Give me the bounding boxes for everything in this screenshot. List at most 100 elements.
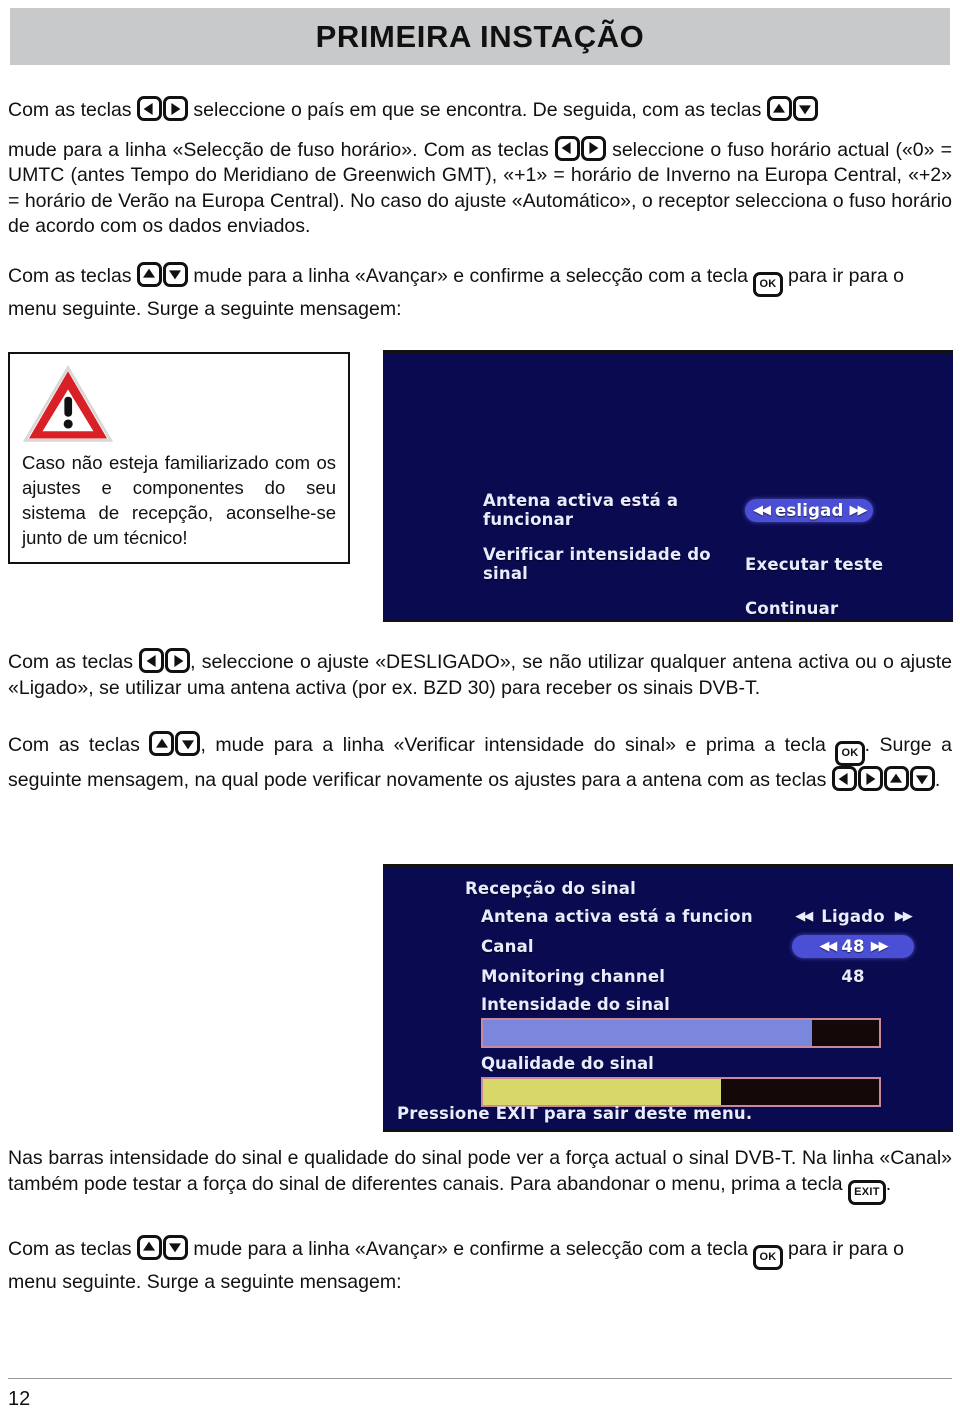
- tv1-rows: Antena activa está a funcionar ◀◀ esliga…: [483, 491, 923, 619]
- right-arrow-key-icon[interactable]: [165, 648, 191, 673]
- up-arrow-key-icon[interactable]: [883, 766, 909, 791]
- paragraph-4-text-a: Com as teclas: [8, 651, 134, 673]
- left-arrow-key-icon[interactable]: [554, 135, 580, 161]
- tv1-antenna-value-pill[interactable]: ◀◀ esligad ▶▶: [745, 498, 874, 522]
- ok-key-icon[interactable]: OK: [835, 741, 865, 766]
- paragraph-1-text-b: seleccione o país em que se encontra. De…: [193, 99, 762, 121]
- down-arrow-key-icon[interactable]: [909, 766, 935, 791]
- tv-screenshot-signal-reception: Recepção do sinal Antena activa está a f…: [383, 864, 953, 1132]
- tv1-check-signal-label: Verificar intensidade do sinal: [483, 545, 711, 583]
- tv1-antenna-value: esligad: [775, 500, 844, 520]
- tv2-content: Recepção do sinal Antena activa está a f…: [465, 879, 935, 1107]
- page-content-3: Nas barras intensidade do sinal e qualid…: [8, 1146, 952, 1295]
- warning-text: Caso não esteja familiarizado com os aju…: [22, 452, 336, 548]
- down-arrow-key-icon[interactable]: [175, 731, 201, 756]
- up-arrow-key-icon[interactable]: [766, 96, 792, 121]
- right-arrow-key-icon[interactable]: [857, 766, 883, 791]
- paragraph-6: Nas barras intensidade do sinal e qualid…: [8, 1146, 952, 1205]
- tv2-footer-hint: Pressione EXIT para sair deste menu.: [397, 1104, 753, 1123]
- paragraph-3: Com as teclas mude para a linha «Avançar…: [8, 261, 952, 323]
- exit-key-icon[interactable]: EXIT: [848, 1179, 886, 1205]
- tv1-row-continue[interactable]: Continuar: [483, 599, 923, 618]
- paragraph-7-text-b: mude para a linha «Avançar» e confirme a…: [193, 1237, 749, 1260]
- tv2-antenna-value-group[interactable]: ◀◀ Ligado ▶▶: [795, 907, 913, 926]
- tv1-antenna-label: Antena activa está a funcionar: [483, 491, 679, 529]
- paragraph-3-text-a: Com as teclas: [8, 264, 132, 287]
- footer-divider: [8, 1378, 952, 1379]
- right-double-arrow-icon[interactable]: ▶▶: [895, 909, 913, 924]
- paragraph-6-text-a: Nas barras intensidade do sinal e qualid…: [8, 1147, 952, 1195]
- page-title: PRIMEIRA INSTAÇÃO: [315, 18, 645, 54]
- key-pair-left-right: [139, 648, 191, 676]
- tv2-title: Recepção do sinal: [465, 879, 935, 898]
- paragraph-3-text-b: mude para a linha «Avançar» e confirme a…: [193, 264, 749, 287]
- up-arrow-key-icon[interactable]: [136, 261, 162, 287]
- tv2-signal-quality-bar: [481, 1077, 881, 1107]
- paragraph-4: Com as teclas , seleccione o ajuste «DES…: [8, 648, 952, 701]
- warning-triangle-icon: [22, 364, 114, 442]
- tv2-row-channel[interactable]: Canal ◀◀ 48 ▶▶: [481, 935, 935, 958]
- right-arrow-key-icon[interactable]: [580, 135, 606, 161]
- tv2-antenna-value-wrap: ◀◀ Ligado ▶▶: [771, 907, 935, 926]
- paragraph-6-text-b: .: [885, 1172, 892, 1195]
- tv2-title-label: Recepção do sinal: [465, 879, 636, 898]
- left-arrow-key-icon[interactable]: [136, 96, 162, 121]
- tv1-menu-item-continuar[interactable]: Continuar: [745, 599, 838, 618]
- left-double-arrow-icon[interactable]: ◀◀: [819, 939, 837, 954]
- paragraph-5-text-a: Com as teclas: [8, 734, 140, 756]
- tv2-quality-label: Qualidade do sinal: [481, 1054, 654, 1073]
- paragraph-5: Com as teclas , mude para a linha «Verif…: [8, 731, 952, 794]
- key-pair-up-down: [136, 261, 188, 290]
- page-content: Com as teclas seleccione o país em que s…: [8, 96, 952, 322]
- key-pair-left-right: [554, 135, 606, 164]
- key-pair-left-right: [136, 96, 188, 124]
- tv2-monitoring-label: Monitoring channel: [481, 967, 666, 986]
- right-double-arrow-icon[interactable]: ▶▶: [849, 503, 867, 518]
- tv1-row-check-signal[interactable]: Verificar intensidade do sinal Executar …: [483, 545, 923, 583]
- paragraph-5-text-d: .: [934, 769, 941, 791]
- tv2-row-antenna[interactable]: Antena activa está a funcion ◀◀ Ligado ▶…: [481, 907, 935, 926]
- tv2-antenna-value: Ligado: [821, 907, 885, 926]
- right-double-arrow-icon[interactable]: ▶▶: [871, 939, 889, 954]
- paragraph-1: Com as teclas seleccione o país em que s…: [8, 96, 952, 124]
- key-group-four-arrows: [831, 766, 935, 794]
- up-arrow-key-icon[interactable]: [149, 731, 175, 756]
- page-content-2: Com as teclas , seleccione o ajuste «DES…: [8, 648, 952, 794]
- left-double-arrow-icon[interactable]: ◀◀: [795, 909, 813, 924]
- paragraph-5-text-b: , mude para a linha «Verificar intensida…: [200, 734, 826, 756]
- manual-page: PRIMEIRA INSTAÇÃO Com as teclas seleccio…: [0, 0, 960, 1422]
- tv1-row-antenna[interactable]: Antena activa está a funcionar ◀◀ esliga…: [483, 491, 923, 529]
- tv2-channel-label: Canal: [481, 937, 534, 956]
- ok-key-icon[interactable]: OK: [753, 1244, 783, 1270]
- ok-key-icon[interactable]: OK: [753, 271, 783, 297]
- paragraph-7: Com as teclas mude para a linha «Avançar…: [8, 1234, 952, 1296]
- key-pair-up-down: [149, 731, 201, 759]
- tv-screenshot-antenna-menu: Antena activa está a funcionar ◀◀ esliga…: [383, 350, 953, 622]
- paragraph-2: mude para a linha «Selecção de fuso horá…: [8, 135, 952, 240]
- right-arrow-key-icon[interactable]: [162, 96, 188, 121]
- tv2-channel-value-pill[interactable]: ◀◀ 48 ▶▶: [792, 935, 914, 958]
- paragraph-2-text-a: mude para a linha «Selecção de fuso horá…: [8, 138, 549, 161]
- page-number: 12: [8, 1388, 31, 1410]
- tv2-signal-quality-fill: [483, 1079, 721, 1105]
- left-arrow-key-icon[interactable]: [139, 648, 165, 673]
- tv1-antenna-value-wrap: ◀◀ esligad ▶▶: [745, 498, 923, 522]
- tv2-signal-strength-bar: [481, 1018, 881, 1048]
- tv2-monitoring-value: 48: [841, 967, 865, 986]
- tv1-run-test-action[interactable]: Executar teste: [745, 555, 923, 574]
- key-pair-up-down: [136, 1234, 188, 1263]
- tv2-signal-strength-fill: [483, 1020, 812, 1046]
- tv2-strength-label: Intensidade do sinal: [481, 995, 670, 1014]
- page-header-band: PRIMEIRA INSTAÇÃO: [10, 8, 950, 65]
- left-arrow-key-icon[interactable]: [831, 766, 857, 791]
- paragraph-1-text-a: Com as teclas: [8, 99, 132, 121]
- tv2-antenna-label: Antena activa está a funcion: [481, 907, 753, 926]
- key-pair-up-down: [766, 96, 818, 124]
- left-double-arrow-icon[interactable]: ◀◀: [753, 503, 771, 518]
- up-arrow-key-icon[interactable]: [136, 1234, 162, 1260]
- paragraph-7-text-a: Com as teclas: [8, 1237, 132, 1260]
- down-arrow-key-icon[interactable]: [162, 1234, 188, 1260]
- tv2-row-monitoring: Monitoring channel 48: [481, 967, 935, 986]
- down-arrow-key-icon[interactable]: [162, 261, 188, 287]
- down-arrow-key-icon[interactable]: [792, 96, 818, 121]
